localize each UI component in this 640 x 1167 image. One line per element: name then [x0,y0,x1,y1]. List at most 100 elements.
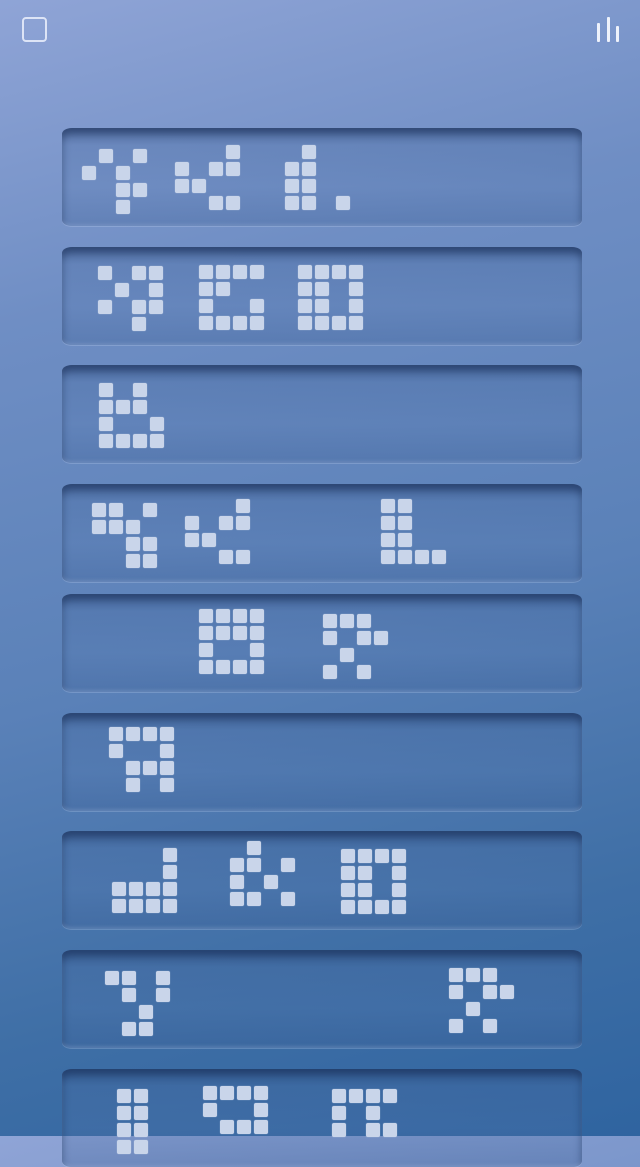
block-dot [160,761,174,775]
block-dot [216,660,230,674]
block-dot [146,882,160,896]
block-dot [163,899,177,913]
block-dot [230,858,244,872]
block-dot [129,882,143,896]
block-dot [226,162,240,176]
block-dot [99,417,113,431]
block-dot [349,316,363,330]
block-dot [139,1005,153,1019]
top-bar [0,0,640,64]
block-dot [117,1089,131,1103]
track-row[interactable] [62,594,582,692]
block-dot [116,400,130,414]
bar-chart-bar [597,23,600,42]
block-dot [117,1106,131,1120]
block-dot [366,1123,380,1137]
block-dot [298,299,312,313]
block-dot [192,179,206,193]
block-dot [250,299,264,313]
block-dot [216,282,230,296]
block-dot [302,196,316,210]
block-dot [116,166,130,180]
block-dot [199,316,213,330]
block-dot [199,609,213,623]
block-dot [349,265,363,279]
block-dot [247,892,261,906]
block-dot [199,626,213,640]
block-dot [237,1120,251,1134]
block-dot [237,1086,251,1100]
block-dot [216,316,230,330]
block-dot [466,1002,480,1016]
block-dot [150,417,164,431]
block-dot [117,1140,131,1154]
block-dot [143,537,157,551]
block-dot [315,265,329,279]
block-dot [264,875,278,889]
block-dot [133,400,147,414]
block-dot [99,383,113,397]
block-dot [357,614,371,628]
block-dot [341,849,355,863]
track-row[interactable] [62,831,582,929]
block-dot [254,1086,268,1100]
block-dot [392,849,406,863]
block-dot [298,282,312,296]
block-dot [203,1086,217,1100]
block-dot [366,1089,380,1103]
block-dot [82,166,96,180]
block-dot [149,300,163,314]
block-dot [332,1123,346,1137]
block-dot [250,626,264,640]
block-dot [358,849,372,863]
block-dot [92,503,106,517]
block-dot [332,1089,346,1103]
block-dot [315,299,329,313]
block-dot [149,283,163,297]
square-outline-icon[interactable] [22,17,47,42]
block-dot [133,434,147,448]
block-dot [134,1140,148,1154]
block-dot [156,988,170,1002]
block-dot [185,516,199,530]
block-dot [483,985,497,999]
track-row[interactable] [62,713,582,811]
block-dot [199,299,213,313]
block-dot [254,1120,268,1134]
block-dot [156,971,170,985]
block-dot [449,985,463,999]
block-dot [209,162,223,176]
block-dot [236,550,250,564]
block-dot [415,550,429,564]
block-dot [285,162,299,176]
block-dot [398,533,412,547]
track-row[interactable] [62,365,582,463]
block-dot [160,744,174,758]
track-row[interactable] [62,950,582,1048]
track-row[interactable] [62,484,582,582]
block-dot [133,183,147,197]
block-dot [366,1106,380,1120]
block-dot [349,282,363,296]
block-dot [109,727,123,741]
block-dot [126,520,140,534]
block-dot [98,266,112,280]
bar-chart-icon[interactable] [594,15,624,45]
block-dot [185,533,199,547]
track-row[interactable] [62,1069,582,1167]
block-dot [230,892,244,906]
block-dot [216,265,230,279]
block-dot [375,900,389,914]
block-dot [285,196,299,210]
block-dot [163,882,177,896]
block-dot [250,643,264,657]
track-row[interactable] [62,128,582,226]
block-dot [132,300,146,314]
block-dot [112,882,126,896]
block-dot [116,183,130,197]
block-dot [302,162,316,176]
block-dot [281,858,295,872]
block-dot [116,200,130,214]
block-dot [109,503,123,517]
track-row[interactable] [62,247,582,345]
